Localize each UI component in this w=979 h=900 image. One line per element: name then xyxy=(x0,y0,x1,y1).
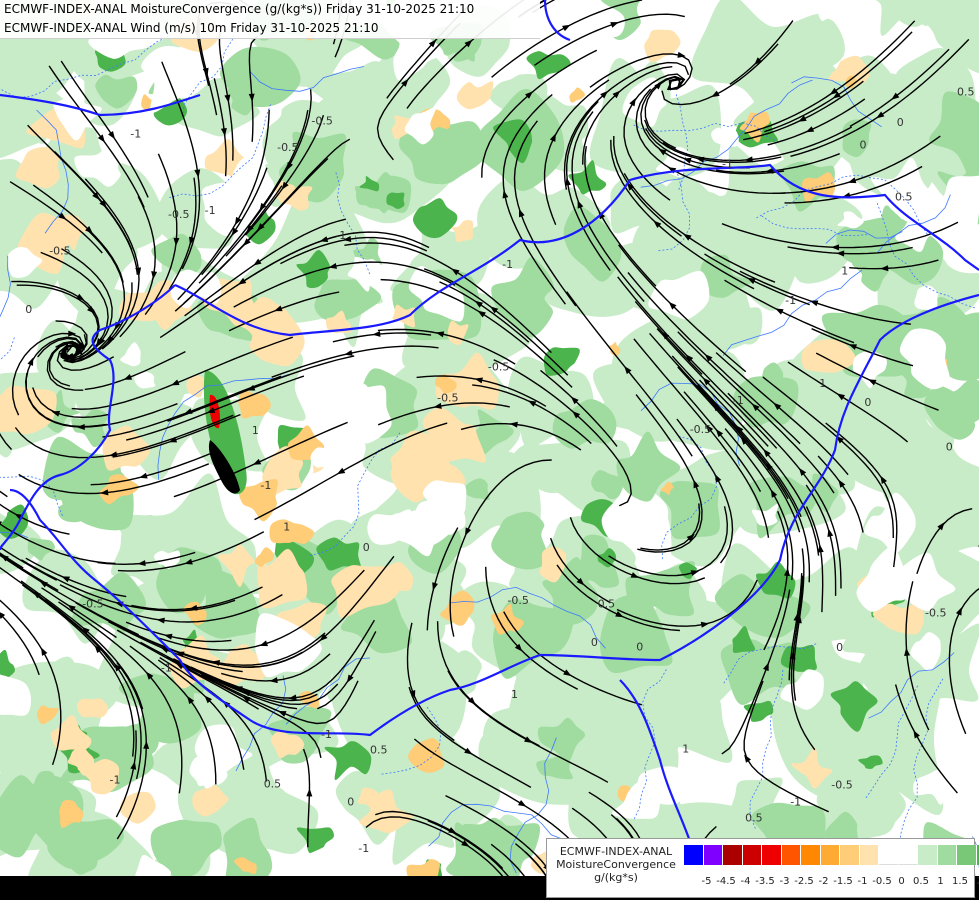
weather-map[interactable]: -1 0.5 -0.5 -1 -1 1 -0.5 0 1 0.5 0 -0.5 -0.5 1 1 0 0.5 -1… xyxy=(0,0,979,900)
contour-label: -1 xyxy=(785,294,796,307)
legend-tick-label: -4 xyxy=(740,876,751,887)
contour-label: 0.5 xyxy=(895,191,913,204)
contour-label: -0.5 xyxy=(437,391,458,404)
contour-label: 0.5 xyxy=(957,85,975,98)
legend-tick-label: -0.5 xyxy=(872,876,892,887)
contour-label: 1 xyxy=(841,265,848,278)
contour-label: 0 xyxy=(25,303,32,316)
contour-label: 1 xyxy=(511,688,518,701)
divergence-area xyxy=(77,698,109,718)
contour-label: 0 xyxy=(864,396,871,409)
legend-tick-label: 0.5 xyxy=(913,876,929,887)
header-line-wind: ECMWF-INDEX-ANAL Wind (m/s) 10m Friday 3… xyxy=(4,21,379,35)
contour-label: -1 xyxy=(161,662,172,675)
legend-swatch xyxy=(781,845,801,865)
contour-label: 1 xyxy=(819,377,826,390)
contour-label: -1 xyxy=(358,842,369,855)
legend-tick-label: 0 xyxy=(898,876,905,887)
legend-tick-label: -3 xyxy=(779,876,790,887)
legend-swatch xyxy=(742,845,762,865)
contour-label: 0.5 xyxy=(598,597,616,610)
contour-label: -1 xyxy=(321,728,332,741)
legend-swatches xyxy=(684,845,979,865)
legend-swatch xyxy=(918,845,938,865)
legend-tick-label: -1.5 xyxy=(833,876,853,887)
legend-tick-label: -3.5 xyxy=(755,876,775,887)
contour-label: 0 xyxy=(591,636,598,649)
legend-swatch xyxy=(957,845,977,865)
contour-label: 0.5 xyxy=(745,812,763,825)
contour-label: -0.5 xyxy=(831,779,852,792)
contour-label: -1 xyxy=(722,158,733,171)
legend-ticks: -5-4.5-4-3.5-3-2.5-2-1.5-1-0.500.511.52 xyxy=(684,876,979,890)
legend-swatch xyxy=(703,845,723,865)
contour-label: 1 xyxy=(252,424,259,437)
contour-label: -0.5 xyxy=(311,115,332,128)
legend-tick-label: -1 xyxy=(857,876,868,887)
contour-label: -0.5 xyxy=(168,208,189,221)
contour-label: -0.5 xyxy=(488,360,509,373)
contour-label: 0.5 xyxy=(370,744,388,757)
contour-label: -0.5 xyxy=(82,598,103,611)
contour-label: -0.5 xyxy=(49,245,70,258)
legend-tick-label: -4.5 xyxy=(716,876,736,887)
legend-swatch xyxy=(859,845,879,865)
header-line-moisture: ECMWF-INDEX-ANAL MoistureConvergence (g/… xyxy=(4,2,475,16)
legend-model: ECMWF-INDEX-ANAL xyxy=(559,845,673,858)
legend-tick-label: -2.5 xyxy=(794,876,814,887)
legend-title: ECMWF-INDEX-ANAL MoistureConvergence g/(… xyxy=(551,845,681,884)
legend-swatch xyxy=(820,845,840,865)
contour-label: -1 xyxy=(502,258,513,271)
legend-unit: g/(kg*s) xyxy=(594,871,638,884)
contour-label: 1 xyxy=(283,521,290,534)
contour-label: -1 xyxy=(790,796,801,809)
moisture-convergence-field: -1 0.5 -0.5 -1 -1 1 -0.5 0 1 0.5 0 -0.5 -0.5 1 1 0 0.5 -1… xyxy=(0,0,979,900)
contour-label: 0 xyxy=(897,116,904,129)
contour-label: -0.5 xyxy=(507,594,528,607)
contour-label: 0.5 xyxy=(264,777,282,790)
contour-label: -1 xyxy=(130,128,141,141)
contour-label: 0 xyxy=(860,138,867,151)
contour-label: -0.5 xyxy=(690,423,711,436)
map-header: ECMWF-INDEX-ANAL MoistureConvergence (g/… xyxy=(0,0,540,39)
color-legend: ECMWF-INDEX-ANAL MoistureConvergence g/(… xyxy=(546,838,979,898)
legend-tick-label: -2 xyxy=(818,876,829,887)
contour-label: 0 xyxy=(636,641,643,654)
legend-swatch xyxy=(723,845,743,865)
contour-label: -0.5 xyxy=(277,141,298,154)
legend-tick-label: -5 xyxy=(701,876,712,887)
legend-swatch xyxy=(840,845,860,865)
contour-label: -1 xyxy=(205,204,216,217)
contour-label: 0 xyxy=(946,440,953,453)
legend-swatch xyxy=(762,845,782,865)
legend-swatch xyxy=(898,845,918,865)
contour-label: -1 xyxy=(335,229,346,242)
legend-swatch xyxy=(937,845,957,865)
contour-label: -1 xyxy=(733,394,744,407)
legend-swatch xyxy=(684,845,704,865)
legend-swatch xyxy=(801,845,821,865)
legend-swatch xyxy=(879,845,899,865)
contour-label: 1 xyxy=(682,743,689,756)
contour-label: 0 xyxy=(347,796,354,809)
legend-tick-label: 1.5 xyxy=(952,876,968,887)
contour-label: -1 xyxy=(260,479,271,492)
contour-label: -0.5 xyxy=(925,607,946,620)
contour-label: 0 xyxy=(836,641,843,654)
contour-label: -1 xyxy=(110,774,121,787)
legend-tick-label: 1 xyxy=(937,876,944,887)
contour-label: 0 xyxy=(363,541,370,554)
legend-variable: MoistureConvergence xyxy=(556,858,676,871)
